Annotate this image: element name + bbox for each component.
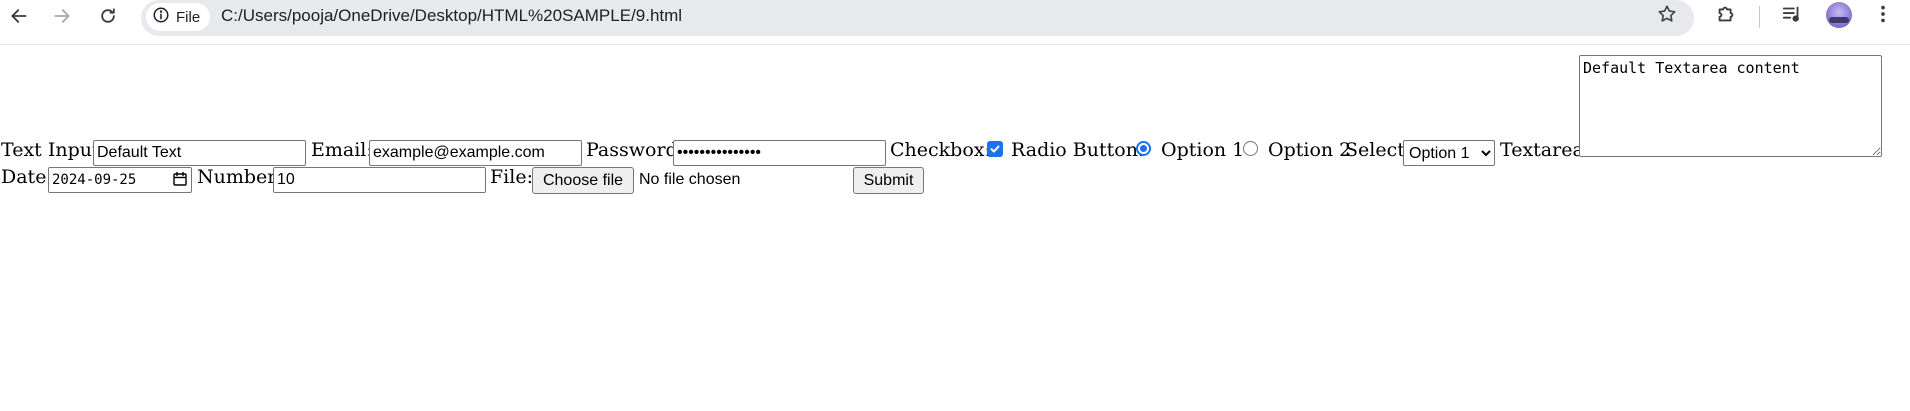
more-menu-icon[interactable] [1872, 3, 1894, 30]
text-input[interactable] [93, 140, 306, 166]
checkbox-label: Checkbox: [890, 139, 991, 161]
back-arrow-icon [9, 6, 29, 31]
extensions-icon[interactable] [1715, 3, 1737, 30]
radio-option-2[interactable] [1243, 141, 1258, 156]
file-status: No file chosen [639, 171, 741, 188]
reload-button[interactable] [93, 3, 123, 33]
date-field-wrapper [48, 167, 192, 193]
radio-option-1-label[interactable]: Option 1 [1161, 141, 1244, 160]
site-chip-label: File [176, 8, 201, 26]
select-label: Select: [1345, 139, 1412, 161]
url-text[interactable]: C:/Users/pooja/OneDrive/Desktop/HTML%20S… [221, 6, 682, 26]
forward-arrow-icon [52, 6, 72, 31]
text-input-label: Text Input: [1, 139, 107, 161]
submit-button[interactable]: Submit [853, 167, 924, 194]
form-row-1: Text Input: Email: Password: Checkbox: R… [0, 55, 1910, 166]
option-select[interactable]: Option 1 [1403, 140, 1495, 166]
calendar-icon[interactable] [172, 171, 188, 191]
date-field[interactable] [48, 167, 192, 193]
radio-option-1[interactable] [1136, 141, 1151, 156]
address-bar[interactable]: File C:/Users/pooja/OneDrive/Desktop/HTM… [141, 0, 1694, 36]
toolbar-divider [1759, 6, 1760, 28]
reload-icon [98, 6, 118, 31]
email-field[interactable] [369, 140, 582, 166]
textarea-field[interactable]: Default Textarea content [1579, 55, 1882, 157]
number-label: Number: [197, 166, 283, 188]
password-field[interactable] [673, 140, 886, 166]
choose-file-button[interactable]: Choose file [532, 167, 634, 194]
password-label: Password: [586, 139, 685, 161]
avatar[interactable] [1826, 2, 1852, 28]
textarea-label: Textarea: [1500, 139, 1591, 161]
info-icon [152, 6, 170, 28]
star-icon[interactable] [1656, 3, 1678, 30]
email-label: Email: [311, 139, 373, 161]
forward-button[interactable] [47, 3, 77, 33]
site-info-chip[interactable]: File [146, 3, 211, 31]
radio-option-2-label[interactable]: Option 2 [1268, 141, 1351, 160]
radio-group-label: Radio Button: [1011, 139, 1145, 161]
file-label: File: [490, 166, 533, 188]
form-row-2: Date: Number: File: Choose file No file … [0, 165, 1910, 195]
media-queue-icon[interactable] [1781, 3, 1803, 30]
date-label: Date: [1, 166, 53, 188]
number-field[interactable] [273, 167, 486, 193]
back-button[interactable] [4, 3, 34, 33]
checkbox[interactable] [987, 141, 1003, 157]
browser-toolbar: File C:/Users/pooja/OneDrive/Desktop/HTM… [0, 0, 1910, 45]
checkmark-icon [989, 140, 1001, 159]
